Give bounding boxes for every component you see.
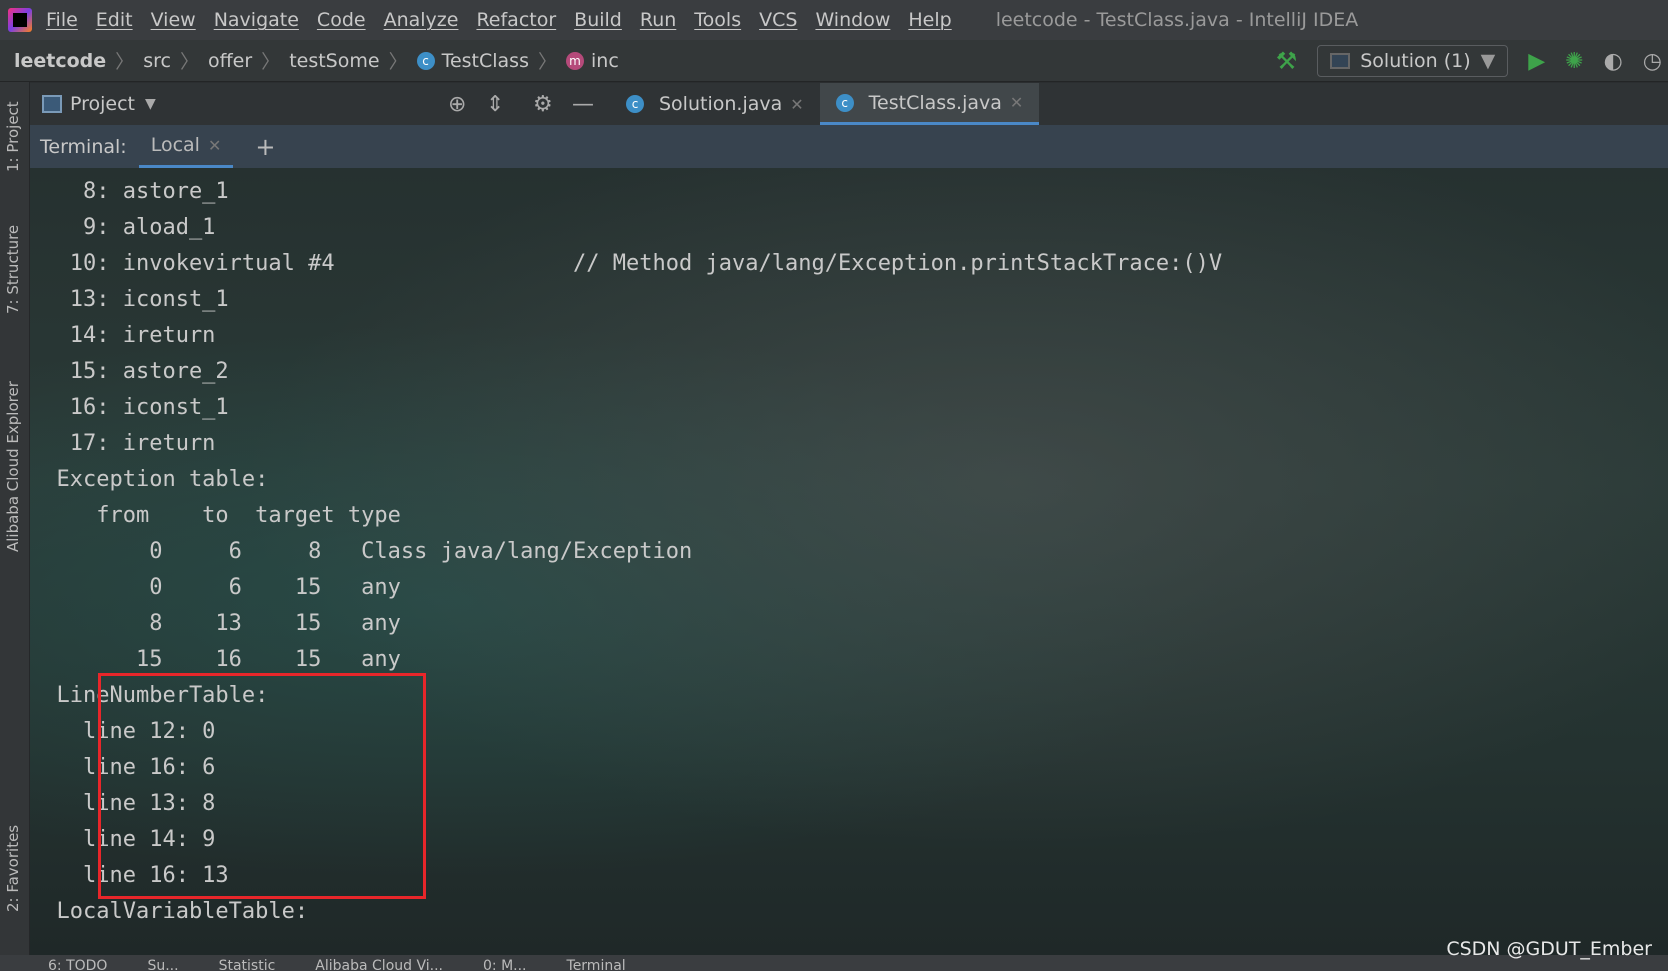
left-tool-strip: 1: Project 7: Structure Alibaba Cloud Ex… [0, 82, 30, 955]
menu-view[interactable]: View [151, 9, 196, 31]
terminal-line: 8: astore_1 [30, 179, 229, 204]
project-icon [42, 95, 62, 113]
close-icon[interactable]: ✕ [1010, 93, 1023, 112]
terminal-label: Terminal: [40, 135, 127, 158]
terminal-line: 0 6 8 Class java/lang/Exception [30, 539, 693, 564]
terminal-line: 8 13 15 any [30, 611, 401, 636]
class-icon: c [416, 51, 435, 70]
crumb-separator: 〉 [537, 51, 557, 73]
breadcrumb: leetcode 〉 src 〉 offer 〉 testSome 〉 c TestCla… [0, 40, 1668, 82]
close-icon[interactable]: ✕ [208, 136, 221, 155]
status-todo[interactable]: 6: TODO [48, 955, 107, 971]
terminal-line: 9: aload_1 [30, 215, 216, 240]
terminal-header: Terminal: Local ✕ + [30, 125, 1668, 168]
terminal-output[interactable]: 8: astore_1 9: aload_1 10: invokevirtual… [30, 168, 1668, 955]
terminal-line: Exception table: [30, 467, 269, 492]
minimize-icon[interactable]: — [572, 92, 594, 117]
bottom-tool-bar: 6: TODO Su... Statistic Alibaba Cloud Vi… [0, 955, 1668, 971]
method-icon: m [566, 51, 584, 70]
menu-tools[interactable]: Tools [694, 9, 741, 31]
window-title: leetcode - TestClass.java - IntelliJ IDE… [995, 9, 1359, 31]
menu-window[interactable]: Window [815, 9, 890, 31]
menu-help[interactable]: Help [908, 9, 951, 31]
menu-run[interactable]: Run [640, 9, 676, 31]
class-icon: c [626, 95, 644, 113]
window-icon [1330, 53, 1351, 69]
menu-file[interactable]: File [46, 9, 78, 31]
tab-label: Solution.java [659, 93, 783, 115]
locate-icon[interactable]: ⊕ [448, 92, 466, 117]
menu-build[interactable]: Build [574, 9, 622, 31]
menu-refactor[interactable]: Refactor [476, 9, 556, 31]
terminal-line: 16: iconst_1 [30, 395, 229, 420]
crumb-separator: 〉 [261, 51, 281, 73]
tab-label: TestClass.java [868, 91, 1002, 114]
sidebar-item-alibaba-cloud[interactable]: Alibaba Cloud Explorer [4, 381, 22, 552]
debug-bug-icon[interactable]: ✺ [1565, 49, 1583, 74]
sidebar-item-structure[interactable]: 7: Structure [4, 225, 22, 314]
terminal-line: LocalVariableTable: [30, 899, 309, 924]
coverage-icon[interactable]: ◐ [1604, 49, 1623, 74]
menu-vcs[interactable]: VCS [759, 9, 797, 31]
menu-edit[interactable]: Edit [96, 9, 133, 31]
menu-analyze[interactable]: Analyze [384, 9, 459, 31]
run-config-label: Solution (1) [1360, 50, 1471, 72]
gear-icon[interactable]: ⚙ [533, 92, 553, 117]
terminal-line: 0 6 15 any [30, 575, 401, 600]
collapse-icon[interactable]: ⇕ [486, 92, 504, 117]
run-icon[interactable]: ▶ [1528, 49, 1545, 74]
close-icon[interactable]: ✕ [790, 95, 803, 114]
tool-window-header: Project ▼ ⊕ ⇕ ⚙ — c Solution.java ✕ c TestC… [30, 83, 1668, 125]
terminal-line: from to target type [30, 503, 401, 528]
crumb-testclass[interactable]: TestClass [442, 50, 529, 72]
status-sequence[interactable]: Su... [147, 955, 178, 971]
run-config-dropdown[interactable]: Solution (1) ▼ [1317, 45, 1509, 77]
profile-icon[interactable]: ◷ [1643, 49, 1662, 74]
highlight-box [98, 673, 426, 899]
crumb-src[interactable]: src [143, 50, 171, 72]
terminal-tab-local[interactable]: Local ✕ [138, 125, 234, 168]
chevron-down-icon: ▼ [1480, 50, 1496, 72]
menu-navigate[interactable]: Navigate [214, 9, 299, 31]
status-terminal[interactable]: Terminal [567, 955, 626, 971]
status-statistic[interactable]: Statistic [219, 955, 276, 971]
project-dropdown[interactable]: Project [70, 93, 135, 115]
crumb-offer[interactable]: offer [208, 50, 252, 72]
crumb-separator: 〉 [179, 51, 199, 73]
status-alibaba-cloud[interactable]: Alibaba Cloud Vi... [315, 955, 443, 971]
crumb-separator: 〉 [115, 51, 135, 73]
menu-bar: File Edit View Navigate Code Analyze Ref… [0, 0, 1668, 40]
status-messages[interactable]: 0: M... [483, 955, 527, 971]
crumb-testsome[interactable]: testSome [289, 50, 379, 72]
sidebar-item-favorites[interactable]: 2: Favorites [4, 825, 22, 912]
sidebar-item-project[interactable]: 1: Project [4, 101, 22, 172]
class-icon: c [835, 93, 854, 112]
terminal-tab-label: Local [150, 134, 200, 156]
crumb-project[interactable]: leetcode [14, 50, 106, 72]
terminal-line: 13: iconst_1 [30, 287, 229, 312]
terminal-line: 14: ireturn [30, 323, 216, 348]
crumb-separator: 〉 [388, 51, 408, 73]
intellij-logo-icon [8, 8, 32, 32]
watermark: CSDN @GDUT_Ember [1446, 938, 1652, 960]
crumb-inc[interactable]: inc [591, 50, 619, 72]
tab-testclass-java[interactable]: c TestClass.java ✕ [819, 83, 1040, 125]
build-hammer-icon[interactable]: ⚒ [1276, 47, 1298, 75]
terminal-line: 10: invokevirtual #4 // Method java/lang… [30, 251, 1223, 276]
add-terminal-icon[interactable]: + [255, 133, 275, 161]
tab-solution-java[interactable]: c Solution.java ✕ [610, 83, 820, 125]
menu-code[interactable]: Code [317, 9, 366, 31]
terminal-line: 17: ireturn [30, 431, 216, 456]
terminal-line: 15: astore_2 [30, 359, 229, 384]
chevron-down-icon[interactable]: ▼ [145, 96, 156, 112]
